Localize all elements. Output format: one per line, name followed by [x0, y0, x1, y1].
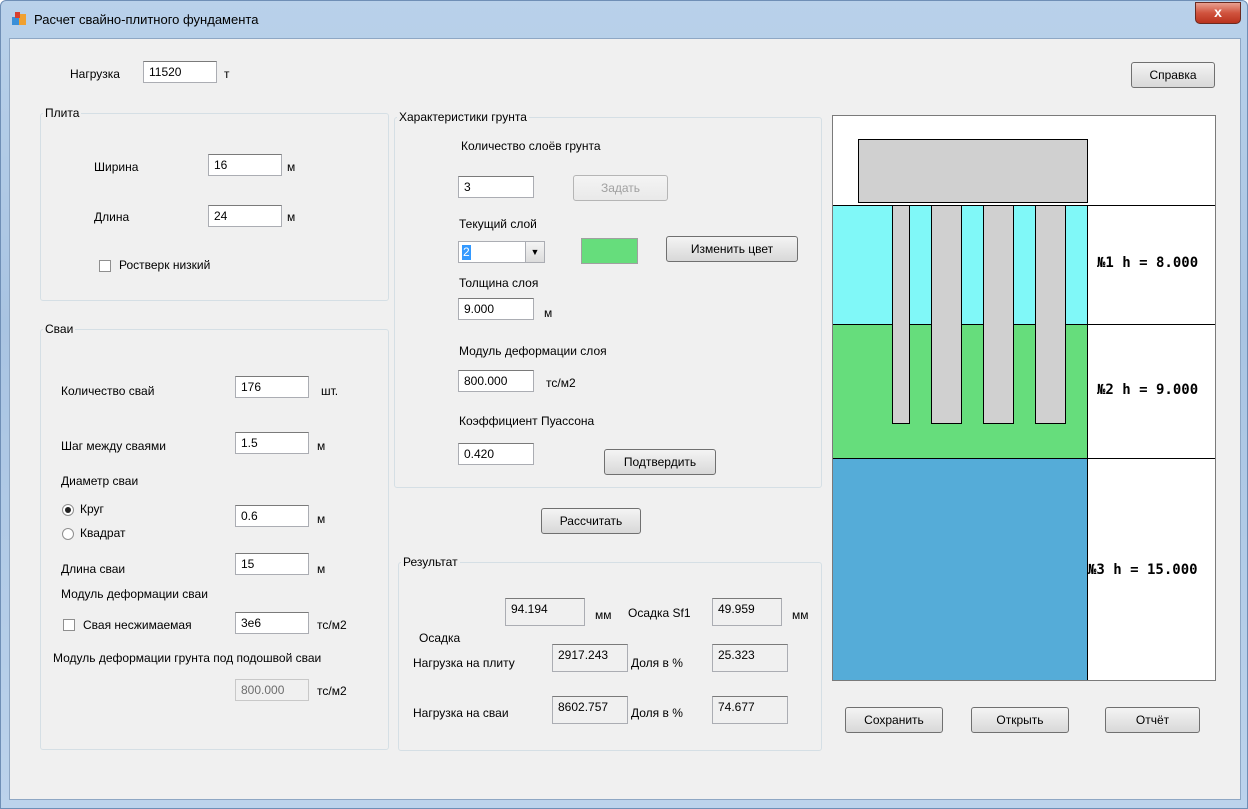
load-unit: т: [224, 67, 230, 81]
soil-under-input[interactable]: 800.000: [235, 679, 309, 701]
settlement-sf1-value: 49.959: [712, 598, 782, 626]
pile-length-label: Длина сваи: [61, 562, 126, 576]
app-window: Расчет свайно-плитного фундамента x Нагр…: [0, 0, 1248, 809]
layer-color-swatch: [581, 238, 638, 264]
settlement-unit: мм: [595, 608, 612, 622]
thickness-unit: м: [544, 306, 553, 320]
plate-load-value: 2917.243: [552, 644, 628, 672]
layer-boundary: [833, 324, 1215, 325]
thickness-input[interactable]: 9.000: [458, 298, 534, 320]
pile-count-label: Количество свай: [61, 384, 155, 398]
foundation-diagram: №1 h = 8.000 №2 h = 9.000 №3 h = 15.000: [832, 115, 1216, 681]
window-title: Расчет свайно-плитного фундамента: [34, 12, 259, 27]
shape-square-label: Квадрат: [80, 526, 126, 540]
pile: [892, 205, 910, 424]
close-button[interactable]: x: [1195, 2, 1241, 24]
low-grillage-checkbox[interactable]: [99, 260, 111, 272]
pile-count-unit: шт.: [321, 384, 339, 398]
set-layers-button[interactable]: Задать: [573, 175, 668, 201]
plate-length-label: Длина: [94, 210, 130, 224]
piles-legend: Сваи: [45, 322, 74, 336]
soil-under-unit: тс/м2: [317, 684, 347, 698]
plate-legend: Плита: [45, 106, 80, 120]
pile-length-input[interactable]: 15: [235, 553, 309, 575]
pile: [931, 205, 962, 424]
settlement-sf1-label: Осадка Sf1: [628, 606, 691, 620]
pile-step-input[interactable]: 1.5: [235, 432, 309, 454]
client-area: Нагрузка 11520 т Справка Плита Ширина 16…: [9, 38, 1241, 800]
incompressible-checkbox[interactable]: [63, 619, 75, 631]
shape-circle-label: Круг: [80, 502, 104, 516]
layer-2-label: №2 h = 9.000: [1097, 382, 1199, 398]
settlement-value: 94.194: [505, 598, 585, 626]
foundation-plate: [858, 139, 1088, 203]
plate-width-unit: м: [287, 160, 296, 174]
layer-modulus-unit: тс/м2: [546, 376, 576, 390]
pile-modulus-unit: тс/м2: [317, 618, 347, 632]
result-legend: Результат: [403, 555, 458, 569]
pile-diameter-label: Диаметр сваи: [61, 474, 139, 488]
change-color-button[interactable]: Изменить цвет: [666, 236, 798, 262]
title-bar[interactable]: Расчет свайно-плитного фундамента x: [1, 1, 1247, 37]
open-button[interactable]: Открыть: [971, 707, 1069, 733]
poisson-input[interactable]: 0.420: [458, 443, 534, 465]
soil-layer-3: [833, 458, 1088, 680]
poisson-label: Коэффициент Пуассона: [459, 414, 595, 428]
pile-modulus-label: Модуль деформации сваи: [61, 587, 208, 601]
layer-divider: [1087, 205, 1088, 680]
layer-1-label: №1 h = 8.000: [1097, 255, 1199, 271]
low-grillage-label: Ростверк низкий: [119, 258, 211, 272]
piles-share-value: 74.677: [712, 696, 788, 724]
thickness-label: Толщина слоя: [459, 276, 539, 290]
pile: [983, 205, 1014, 424]
report-button[interactable]: Отчёт: [1105, 707, 1200, 733]
pile-step-label: Шаг между сваями: [61, 439, 166, 453]
current-layer-label: Текущий слой: [459, 217, 537, 231]
plate-width-label: Ширина: [94, 160, 139, 174]
layer-modulus-label: Модуль деформации слоя: [459, 344, 607, 358]
layer-modulus-input[interactable]: 800.000: [458, 370, 534, 392]
app-icon: [12, 12, 26, 25]
pile-count-input[interactable]: 176: [235, 376, 309, 398]
pile-diameter-input[interactable]: 0.6: [235, 505, 309, 527]
plate-group: Плита: [40, 106, 389, 301]
chevron-down-icon[interactable]: ▼: [525, 242, 544, 262]
plate-load-label: Нагрузка на плиту: [413, 656, 515, 670]
current-layer-value: 2: [462, 245, 471, 260]
load-input[interactable]: 11520: [143, 61, 217, 83]
plate-length-unit: м: [287, 210, 296, 224]
pile-step-unit: м: [317, 439, 326, 453]
help-button[interactable]: Справка: [1131, 62, 1215, 88]
piles-share-label: Доля в %: [631, 706, 683, 720]
plate-share-value: 25.323: [712, 644, 788, 672]
pile-modulus-input[interactable]: 3e6: [235, 612, 309, 634]
pile-diameter-unit: м: [317, 512, 326, 526]
settlement-sf1-unit: мм: [792, 608, 809, 622]
pile-length-unit: м: [317, 562, 326, 576]
layer-boundary: [833, 458, 1215, 459]
soil-legend: Характеристики грунта: [399, 110, 527, 124]
layer-3-label: №3 h = 15.000: [1088, 562, 1198, 578]
calculate-button[interactable]: Рассчитать: [541, 508, 641, 534]
plate-width-input[interactable]: 16: [208, 154, 282, 176]
current-layer-select[interactable]: 2 ▼: [458, 241, 545, 263]
settlement-label: Осадка: [419, 631, 461, 645]
shape-square-radio[interactable]: [62, 528, 74, 540]
confirm-button[interactable]: Подтвердить: [604, 449, 716, 475]
piles-load-label: Нагрузка на сваи: [413, 706, 509, 720]
soil-under-label: Модуль деформации грунта под подошвой св…: [53, 651, 322, 665]
shape-circle-radio[interactable]: [62, 504, 74, 516]
save-button[interactable]: Сохранить: [845, 707, 943, 733]
plate-length-input[interactable]: 24: [208, 205, 282, 227]
load-label: Нагрузка: [70, 67, 120, 81]
plate-share-label: Доля в %: [631, 656, 683, 670]
layer-boundary: [833, 205, 1215, 206]
incompressible-label: Свая несжимаемая: [83, 618, 192, 632]
pile: [1035, 205, 1066, 424]
piles-load-value: 8602.757: [552, 696, 628, 724]
layers-count-label: Количество слоёв грунта: [461, 139, 601, 153]
layers-count-input[interactable]: 3: [458, 176, 534, 198]
